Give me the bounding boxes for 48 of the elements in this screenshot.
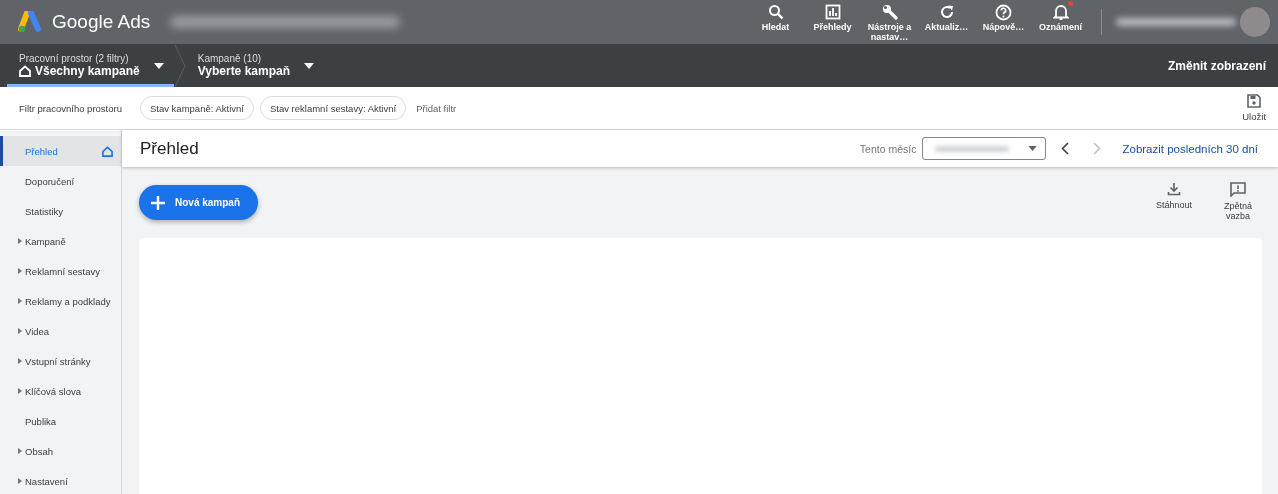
download-icon [1167, 182, 1181, 196]
filter-label: Filtr pracovního prostoru [19, 102, 122, 114]
toolbar-button[interactable]: Nástroje a nastav… [863, 3, 916, 42]
sidebar-item[interactable]: Přehled [0, 136, 121, 166]
feedback-icon [1230, 182, 1246, 197]
toolbar-button[interactable]: Oznámení [1034, 3, 1087, 32]
add-filter-button[interactable]: Přidat filtr [416, 102, 457, 114]
sidebar-item[interactable]: Kampaně [0, 226, 121, 256]
page-title: Přehled [140, 138, 199, 159]
wrench-icon [881, 4, 898, 20]
chevron-left-icon [1061, 142, 1070, 155]
date-range-dropdown[interactable] [922, 137, 1047, 160]
help-icon [995, 3, 1012, 21]
sidebar-item[interactable]: Klíčová slova [0, 376, 121, 406]
date-range-label: Tento měsíc [859, 142, 917, 155]
page-tool-button[interactable]: Stáhnout [1150, 182, 1198, 210]
plus-icon [151, 195, 165, 210]
sidebar-item[interactable]: Doporučení [0, 166, 121, 196]
refresh-icon [938, 4, 955, 20]
page-tool-button[interactable]: Zpětná vazba [1214, 182, 1262, 221]
toolbar-button[interactable]: Nápově… [977, 3, 1030, 32]
bar-chart-icon [824, 4, 841, 20]
breadcrumb-picker[interactable]: Kampaně (10) Vyberte kampaň [185, 44, 324, 87]
sidebar-item[interactable]: Nastavení [0, 466, 121, 494]
logo-icon [18, 11, 44, 33]
bell-icon [1052, 3, 1069, 21]
dropdown-caret-icon [153, 62, 164, 69]
sidebar-item[interactable]: Reklamy a podklady [0, 286, 121, 316]
product-name: Google Ads [52, 11, 151, 33]
dropdown-caret-icon [304, 62, 314, 69]
new-campaign-button[interactable]: Nová kampaň [139, 185, 259, 220]
sidebar-item[interactable]: Obsah [0, 436, 121, 466]
last-30-days-link[interactable]: Zobrazit posledních 30 dní [1122, 142, 1258, 155]
toolbar-button[interactable]: Přehledy [806, 3, 859, 32]
sidebar-item[interactable]: Publika [0, 406, 121, 436]
sidebar-item[interactable]: Videa [0, 316, 121, 346]
toolbar-button[interactable]: Aktualiz… [920, 3, 973, 32]
toolbar-button[interactable]: Hledat [749, 3, 802, 32]
dropdown-caret-icon [1028, 146, 1038, 151]
sidebar-item[interactable]: Statistiky [0, 196, 121, 226]
sidebar-item[interactable]: Vstupní stránky [0, 346, 121, 376]
breadcrumb-picker[interactable]: Pracovní prostor (2 filtry) Všechny kampaně [7, 44, 174, 87]
search-icon [767, 4, 784, 20]
change-view-link[interactable]: Změnit zobrazení [1168, 44, 1266, 87]
chevron-right-icon [1093, 142, 1102, 155]
sidebar-item[interactable]: Reklamní sestavy [0, 256, 121, 286]
save-icon [1247, 94, 1262, 108]
save-button[interactable]: Uložit [1242, 94, 1266, 122]
